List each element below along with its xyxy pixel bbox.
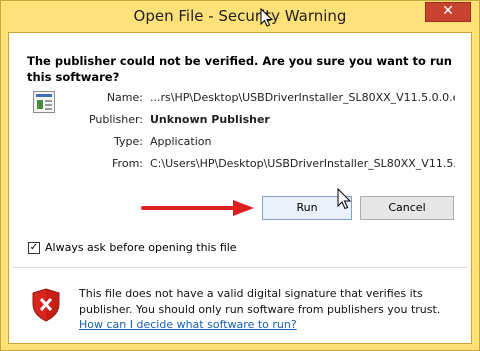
title-cursor-icon bbox=[260, 8, 274, 27]
shield-error-icon bbox=[32, 288, 60, 322]
always-ask-label[interactable]: Always ask before opening this file bbox=[45, 241, 237, 254]
title-bar[interactable]: Open File - Security Warning ✕ bbox=[1, 1, 479, 33]
signature-warning-text: This file does not have a valid digital … bbox=[79, 287, 441, 316]
name-label: Name: bbox=[106, 91, 143, 104]
dialog-window: Open File - Security Warning ✕ The publi… bbox=[0, 0, 480, 351]
warning-question: The publisher could not be verified. Are… bbox=[27, 54, 452, 84]
name-value: ...rs\HP\Desktop\USBDriverInstaller_SL80… bbox=[150, 91, 455, 104]
divider bbox=[13, 267, 467, 268]
cancel-button[interactable]: Cancel bbox=[360, 196, 454, 220]
from-label: From: bbox=[112, 157, 143, 170]
help-link[interactable]: How can I decide what software to run? bbox=[79, 318, 297, 331]
close-button[interactable]: ✕ bbox=[425, 2, 471, 22]
from-value: C:\Users\HP\Desktop\USBDriverInstaller_S… bbox=[150, 157, 455, 170]
type-label: Type: bbox=[114, 135, 143, 148]
always-ask-checkbox[interactable]: ✓ bbox=[28, 242, 40, 254]
publisher-value: Unknown Publisher bbox=[150, 113, 270, 126]
mouse-pointer-icon bbox=[337, 188, 352, 210]
type-value: Application bbox=[150, 135, 212, 148]
dialog-body: The publisher could not be verified. Are… bbox=[8, 32, 472, 344]
red-arrow-annotation bbox=[141, 200, 254, 216]
window-title: Open File - Security Warning bbox=[133, 7, 347, 25]
publisher-label: Publisher: bbox=[88, 113, 143, 126]
application-file-icon bbox=[33, 91, 55, 113]
